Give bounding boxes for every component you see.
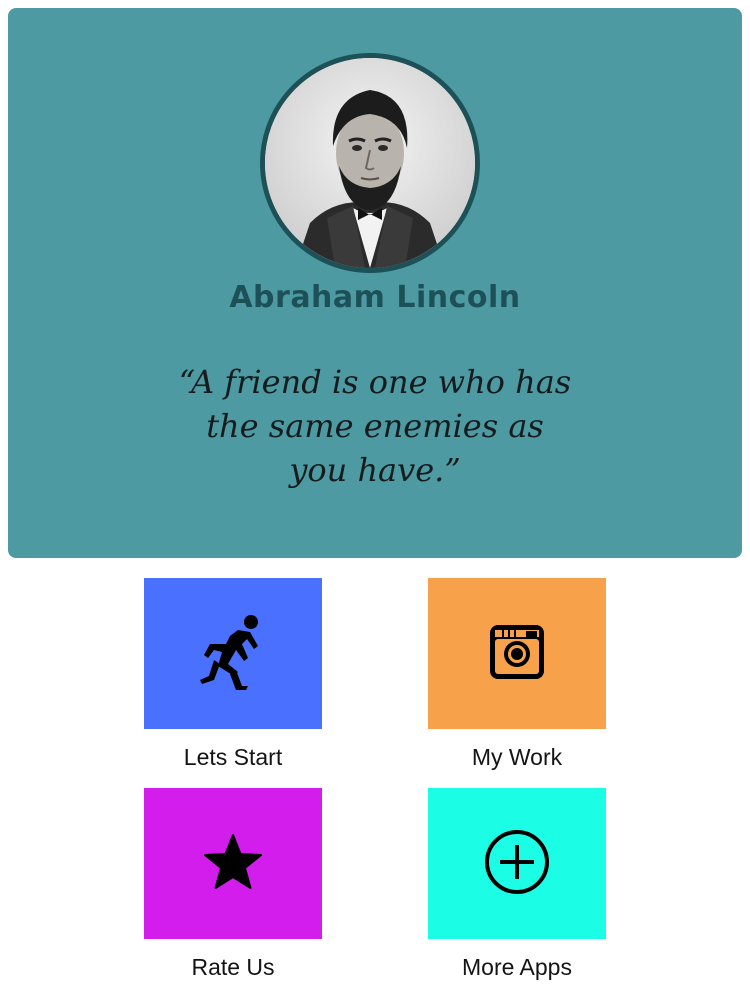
rate-us-label: Rate Us — [191, 954, 275, 980]
more-apps-button[interactable] — [428, 788, 606, 939]
quote-line: you have.” — [289, 451, 461, 489]
rate-us-button[interactable] — [144, 788, 322, 939]
star-icon — [203, 833, 263, 895]
author-portrait — [260, 53, 480, 273]
plus-circle-icon — [483, 828, 551, 900]
quote-line: “A friend is one who has — [178, 363, 572, 401]
camera-icon — [488, 623, 546, 685]
runner-icon — [198, 614, 268, 694]
quote-line: the same enemies as — [206, 407, 544, 445]
lets-start-button[interactable] — [144, 578, 322, 729]
quote-text: “A friend is one who has the same enemie… — [158, 360, 592, 492]
more-apps-label: More Apps — [462, 954, 572, 980]
my-work-label: My Work — [471, 744, 563, 770]
my-work-button[interactable] — [428, 578, 606, 729]
quote-card: Abraham Lincoln “A friend is one who has… — [8, 8, 742, 558]
lets-start-label: Lets Start — [183, 744, 283, 770]
author-name: Abraham Lincoln — [229, 280, 521, 315]
